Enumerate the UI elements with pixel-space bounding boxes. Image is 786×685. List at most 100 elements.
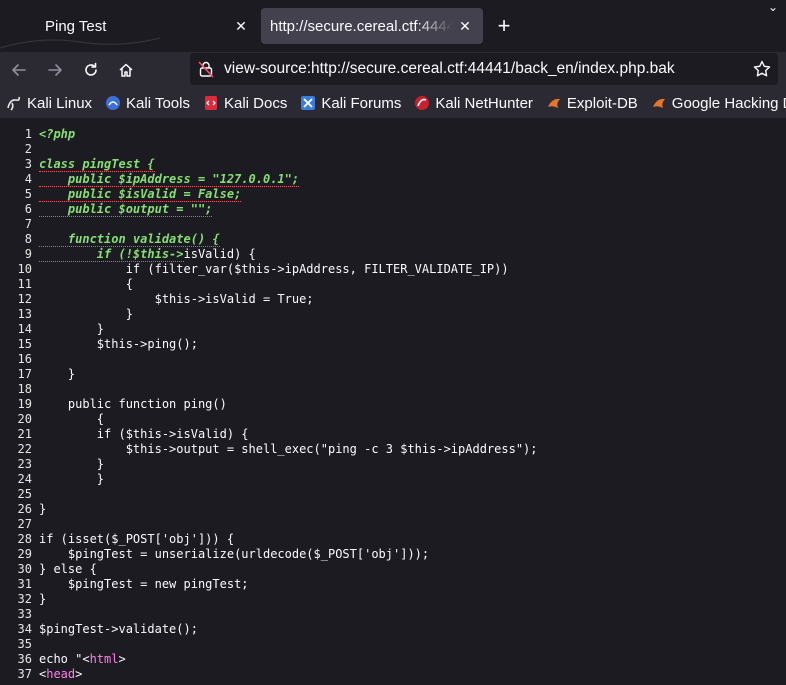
source-line: 37 <head> bbox=[0, 667, 538, 682]
source-line: 36 echo "<html> bbox=[0, 652, 538, 667]
home-icon bbox=[119, 63, 133, 77]
url-text[interactable]: view-source:http://secure.cereal.ctf:444… bbox=[224, 60, 675, 78]
bookmark-kali-forums[interactable]: Kali Forums bbox=[300, 95, 401, 112]
line-number: 37 bbox=[17, 667, 32, 681]
line-code: public $output = ""; bbox=[39, 202, 213, 217]
source-line: 11 { bbox=[0, 277, 538, 292]
line-number: 29 bbox=[17, 547, 32, 561]
line-number: 12 bbox=[17, 292, 32, 306]
list-all-tabs-icon[interactable]: ⌄ bbox=[768, 0, 778, 14]
source-line: 8 function validate() { bbox=[0, 232, 538, 247]
line-code: if (!$this->isValid) { bbox=[39, 247, 256, 262]
line-number: 21 bbox=[17, 427, 32, 441]
line-number: 11 bbox=[17, 277, 32, 291]
line-code: if (isset($_POST['obj'])) { bbox=[39, 532, 235, 546]
kali-tools-icon bbox=[105, 95, 121, 111]
line-code: if (filter_var($this->ipAddress, FILTER_… bbox=[39, 262, 509, 276]
insecure-lock-icon bbox=[198, 61, 214, 78]
line-number: 24 bbox=[17, 472, 32, 486]
bookmark-star-icon[interactable] bbox=[752, 59, 772, 79]
line-code: public function ping() bbox=[39, 397, 227, 411]
line-number: 17 bbox=[17, 367, 32, 381]
source-line: 26} bbox=[0, 502, 538, 517]
line-code: } bbox=[39, 472, 105, 486]
line-number: 35 bbox=[17, 637, 32, 651]
line-code: $pingTest = unserialize(urldecode($_POST… bbox=[39, 547, 430, 561]
source-line: 20 { bbox=[0, 412, 538, 427]
source-line: 9 if (!$this->isValid) { bbox=[0, 247, 538, 262]
line-code: } bbox=[39, 502, 47, 516]
tab-view-source[interactable]: http://secure.cereal.ctf:44441/back_en/i… bbox=[261, 8, 483, 44]
source-line: 27 bbox=[0, 517, 538, 532]
reload-button[interactable] bbox=[76, 55, 106, 85]
kali-docs-icon bbox=[203, 95, 219, 111]
source-line: 16 bbox=[0, 352, 538, 367]
line-number: 6 bbox=[24, 202, 32, 216]
source-line: 2 bbox=[0, 142, 538, 157]
kali-forums-icon bbox=[300, 95, 316, 111]
source-line: 13 } bbox=[0, 307, 538, 322]
close-tab-icon[interactable]: ✕ bbox=[229, 14, 253, 38]
line-code: } bbox=[39, 367, 76, 381]
bookmark-label: Kali NetHunter bbox=[435, 94, 533, 112]
back-arrow-icon bbox=[12, 64, 26, 76]
tab-title: http://secure.cereal.ctf:44441/back_en/i… bbox=[270, 17, 453, 35]
line-code: <?php bbox=[39, 127, 76, 141]
line-number: 34 bbox=[17, 622, 32, 636]
source-line: 30} else { bbox=[0, 562, 538, 577]
source-line: 34 $pingTest->validate(); bbox=[0, 622, 538, 637]
source-line: 10 if (filter_var($this->ipAddress, FILT… bbox=[0, 262, 538, 277]
line-number: 3 bbox=[24, 157, 32, 171]
source-line: 1 <?php bbox=[0, 127, 538, 142]
home-button[interactable] bbox=[111, 55, 141, 85]
line-number: 19 bbox=[17, 397, 32, 411]
bookmark-exploit-db[interactable]: Exploit-DB bbox=[546, 95, 638, 112]
source-line: 24 } bbox=[0, 472, 538, 487]
line-number: 8 bbox=[24, 232, 32, 246]
line-number: 18 bbox=[17, 382, 32, 396]
line-code: } bbox=[39, 322, 105, 336]
bookmark-label: Kali Forums bbox=[321, 94, 402, 112]
url-bar[interactable]: view-source:http://secure.cereal.ctf:444… bbox=[190, 53, 778, 85]
source-view: 1 <?php 2 3 class pingTest {4 public $ipAddr… bbox=[0, 118, 786, 685]
line-code: <head> bbox=[39, 667, 83, 681]
close-tab-icon[interactable]: ✕ bbox=[453, 14, 477, 38]
line-code: { bbox=[39, 277, 133, 291]
line-number: 7 bbox=[24, 217, 32, 231]
bookmark-kali-nethunter[interactable]: Kali NetHunter bbox=[414, 95, 533, 112]
line-code: } bbox=[39, 592, 47, 606]
source-lines: 1 <?php 2 3 class pingTest {4 public $ipAddr… bbox=[0, 127, 538, 682]
line-code: public $isValid = False; bbox=[39, 187, 242, 202]
forward-button[interactable] bbox=[40, 55, 70, 85]
line-code: function validate() { bbox=[39, 232, 220, 247]
line-number: 31 bbox=[17, 577, 32, 591]
line-number: 27 bbox=[17, 517, 32, 531]
bookmark-kali-tools[interactable]: Kali Tools bbox=[105, 95, 190, 112]
line-number: 23 bbox=[17, 457, 32, 471]
source-line: 29 $pingTest = unserialize(urldecode($_P… bbox=[0, 547, 538, 562]
source-line: 4 public $ipAddress = "127.0.0.1"; bbox=[0, 172, 538, 187]
bookmark-kali-linux[interactable]: Kali Linux bbox=[6, 95, 92, 112]
line-number: 36 bbox=[17, 652, 32, 666]
source-line: 12 $this->isValid = True; bbox=[0, 292, 538, 307]
line-code: $this->ping(); bbox=[39, 337, 198, 351]
exploit-db-icon bbox=[546, 95, 562, 111]
new-tab-button[interactable]: + bbox=[492, 13, 516, 38]
source-line: 31 $pingTest = new pingTest; bbox=[0, 577, 538, 592]
back-button[interactable] bbox=[4, 55, 34, 85]
tab-ping-test[interactable]: Ping Test ✕ bbox=[0, 8, 259, 44]
source-line: 3 class pingTest { bbox=[0, 157, 538, 172]
line-code: } bbox=[39, 307, 133, 321]
line-number: 9 bbox=[24, 247, 32, 261]
bookmark-google-hacking-db[interactable]: Google Hacking DB bbox=[651, 95, 786, 112]
source-line: 28 if (isset($_POST['obj'])) { bbox=[0, 532, 538, 547]
bookmark-kali-docs[interactable]: Kali Docs bbox=[203, 95, 287, 112]
line-code: { bbox=[39, 412, 105, 426]
bookmark-label: Google Hacking DB bbox=[671, 94, 786, 112]
line-number: 30 bbox=[17, 562, 32, 576]
